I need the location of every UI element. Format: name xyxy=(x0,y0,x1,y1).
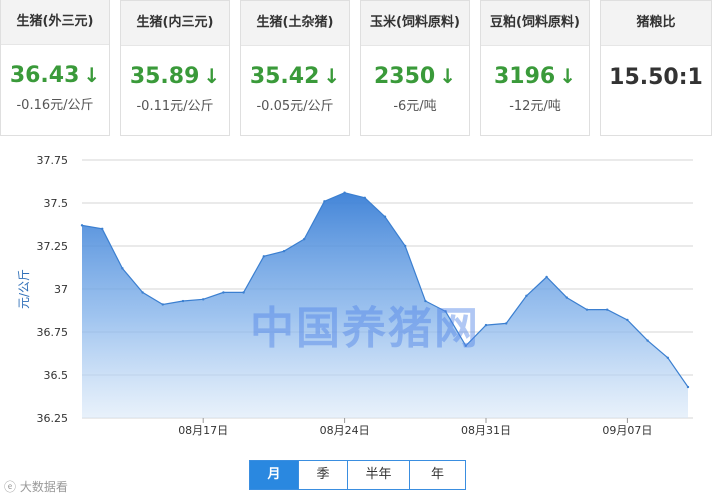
x-tick-label: 08月17日 xyxy=(178,424,228,437)
card-change: -0.11元/公斤 xyxy=(136,99,214,114)
x-tick-label: 09月07日 xyxy=(602,424,652,437)
price-cards: 生猪(外三元) 36.43 ↓ -0.16元/公斤 生猪(内三元) 35.89 ↓ … xyxy=(0,0,714,150)
card-change: -6元/吨 xyxy=(393,99,437,114)
card-title: 生猪(土杂猪) xyxy=(241,1,349,46)
data-point xyxy=(666,356,669,359)
data-point xyxy=(505,322,508,325)
data-point xyxy=(181,299,185,303)
down-arrow-icon: ↓ xyxy=(439,64,456,88)
data-point xyxy=(686,385,690,389)
card-pig-grain-ratio[interactable]: 猪粮比 15.50:1 xyxy=(600,0,712,136)
card-value: 15.50:1 xyxy=(609,65,703,90)
data-point xyxy=(525,294,528,298)
data-point xyxy=(606,308,609,311)
data-point xyxy=(202,298,205,301)
y-tick-label: 36.75 xyxy=(37,326,69,339)
data-point xyxy=(404,244,407,248)
card-corn[interactable]: 玉米(饲料原料) 2350 ↓ -6元/吨 xyxy=(360,0,470,136)
card-title: 猪粮比 xyxy=(601,1,711,46)
data-point xyxy=(585,308,589,311)
data-point xyxy=(626,318,629,322)
card-value: 2350 ↓ xyxy=(374,64,456,89)
data-point xyxy=(545,275,548,279)
range-month-button[interactable]: 月 xyxy=(250,461,299,489)
watermark: 中国养猪网 xyxy=(250,303,480,354)
down-arrow-icon: ↓ xyxy=(203,64,221,88)
card-title: 豆粕(饲料原料) xyxy=(481,1,589,46)
data-point xyxy=(282,249,286,253)
data-point xyxy=(242,291,245,294)
range-quarter-button[interactable]: 季 xyxy=(299,461,348,489)
data-point xyxy=(262,255,265,258)
card-pig-tuzazhu[interactable]: 生猪(土杂猪) 35.42 ↓ -0.05元/公斤 xyxy=(240,0,350,136)
data-point xyxy=(80,224,84,227)
data-point xyxy=(303,237,306,241)
data-point xyxy=(121,267,124,270)
y-tick-label: 36.25 xyxy=(37,412,69,425)
data-point xyxy=(484,323,488,327)
data-point xyxy=(161,303,164,306)
card-change: -12元/吨 xyxy=(509,99,561,114)
card-title: 生猪(内三元) xyxy=(121,1,229,46)
range-half-year-button[interactable]: 半年 xyxy=(348,461,410,489)
data-point xyxy=(363,196,366,200)
card-value: 36.43 ↓ xyxy=(9,63,101,88)
y-tick-label: 37.5 xyxy=(44,197,69,210)
card-pig-waisanyuan[interactable]: 生猪(外三元) 36.43 ↓ -0.16元/公斤 xyxy=(0,0,110,136)
y-tick-label: 37 xyxy=(54,283,68,296)
card-soymeal[interactable]: 豆粕(饲料原料) 3196 ↓ -12元/吨 xyxy=(480,0,590,136)
range-selector: 月 季 半年 年 xyxy=(249,460,466,490)
data-point xyxy=(383,215,387,218)
data-point xyxy=(222,291,225,294)
data-point xyxy=(646,339,649,342)
y-tick-label: 37.75 xyxy=(37,154,69,167)
card-pig-neisanyuan[interactable]: 生猪(内三元) 35.89 ↓ -0.11元/公斤 xyxy=(120,0,230,136)
card-value: 35.42 ↓ xyxy=(249,64,341,89)
card-value: 3196 ↓ xyxy=(494,64,576,89)
y-tick-label: 36.5 xyxy=(44,369,69,382)
x-tick-label: 08月31日 xyxy=(461,424,511,437)
data-point xyxy=(101,227,104,230)
card-change: -0.16元/公斤 xyxy=(16,98,94,113)
y-tick-label: 37.25 xyxy=(37,240,69,253)
card-value: 35.89 ↓ xyxy=(129,64,221,89)
down-arrow-icon: ↓ xyxy=(323,64,341,88)
down-arrow-icon: ↓ xyxy=(559,64,576,88)
range-year-button[interactable]: 年 xyxy=(410,461,465,489)
data-point xyxy=(323,200,326,203)
card-title: 玉米(饲料原料) xyxy=(361,1,469,46)
data-point xyxy=(141,291,144,294)
data-point xyxy=(343,191,346,194)
x-tick-label: 08月24日 xyxy=(320,424,370,437)
corner-logo: ⓔ 大数据看 xyxy=(4,478,68,495)
down-arrow-icon: ↓ xyxy=(83,63,101,87)
corner-logo-text: 大数据看 xyxy=(19,480,68,494)
y-axis-label: 元/公斤 xyxy=(17,269,31,309)
data-point xyxy=(565,296,568,299)
card-title: 生猪(外三元) xyxy=(1,0,109,45)
card-change: -0.05元/公斤 xyxy=(256,99,334,114)
corner-logo-icon: ⓔ xyxy=(4,480,20,494)
